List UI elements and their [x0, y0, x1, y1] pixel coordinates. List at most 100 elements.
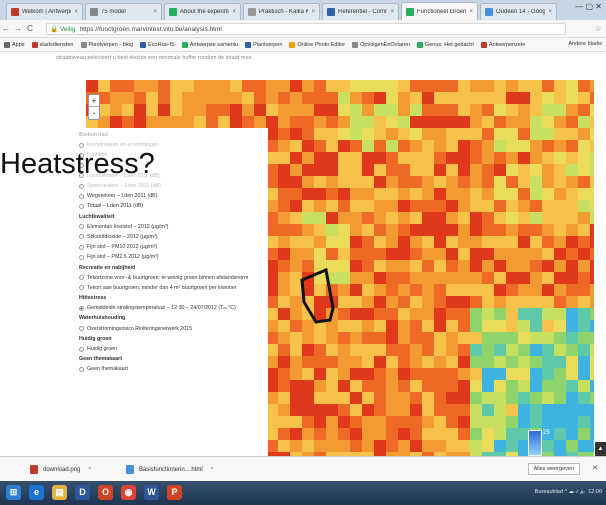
- browser-tab[interactable]: Referentiel - Comm ×: [322, 3, 399, 20]
- layer-option-label: Geen themakaart: [87, 366, 128, 373]
- radio-icon[interactable]: [79, 183, 84, 189]
- bookmarks-bar: Apps stadsdiensten Plantverpen - blog EcoHu…: [0, 38, 606, 52]
- bookmark-star-icon[interactable]: ☆: [595, 24, 602, 33]
- tab-close-icon[interactable]: ×: [390, 9, 394, 15]
- layer-option[interactable]: Fijn stof – PM2.5 2012 (µg/m³): [79, 252, 265, 262]
- window-controls[interactable]: — ▢ ✕: [575, 2, 602, 11]
- tab-label: About the experimen: [180, 9, 229, 15]
- layer-option[interactable]: Elementair koolstof – 2012 (µg/m³): [79, 222, 265, 232]
- radio-icon[interactable]: [79, 193, 84, 199]
- layer-option[interactable]: Stikstofdioxide – 2012 (µg/m³): [79, 232, 265, 242]
- tab-label: Praktisch - Kaika Ko: [259, 9, 309, 15]
- tab-close-icon[interactable]: ×: [548, 9, 552, 15]
- radio-icon[interactable]: [79, 366, 84, 372]
- taskbar-app-icon[interactable]: O: [98, 485, 113, 500]
- radio-icon[interactable]: [79, 326, 84, 332]
- browser-tab[interactable]: Oudeen 14 - Google ×: [480, 3, 557, 20]
- bookmark-item[interactable]: OpvolgenEnOctaren: [352, 41, 410, 48]
- bookmark-item[interactable]: Apps: [4, 41, 25, 48]
- layer-option-label: Fijn stof – PM2.5 2012 (µg/m³): [87, 254, 159, 261]
- layer-group-header: Bodemstad: [79, 132, 108, 139]
- layer-option-label: Totaal – Lden 2011 (dB): [87, 203, 144, 210]
- taskbar-app-icon[interactable]: e: [29, 485, 44, 500]
- bookmark-label: OpvolgenEnOctaren: [360, 41, 410, 48]
- layer-option[interactable]: Geen themakaart: [79, 364, 265, 374]
- tab-close-icon[interactable]: ×: [469, 9, 473, 15]
- browser-tab[interactable]: Praktisch - Kaika Ko ×: [243, 3, 320, 20]
- tab-close-icon[interactable]: ×: [311, 9, 315, 15]
- bookmark-favicon-icon: [80, 41, 87, 48]
- radio-icon[interactable]: [79, 254, 84, 260]
- tab-close-icon[interactable]: ×: [153, 9, 157, 15]
- bookmark-label: Genus: Het gedacht: [424, 41, 474, 48]
- tab-close-icon[interactable]: ×: [232, 9, 236, 15]
- bookmark-label: EcoHuo-fS: [148, 41, 175, 48]
- layer-option[interactable]: Spoorverkeer – Lden 2011 (dB): [79, 181, 265, 191]
- layer-option[interactable]: Tekort aan buurtgroen: minder dan 4 m² b…: [79, 283, 265, 293]
- forward-button[interactable]: →: [12, 24, 24, 33]
- url-input[interactable]: 🔒 Veilig https://functgroen.marvintest.v…: [46, 23, 566, 35]
- download-filename: download.png: [43, 466, 81, 473]
- tab-favicon-icon: [485, 8, 493, 16]
- reload-button[interactable]: C: [24, 24, 36, 33]
- layer-option[interactable]: Tekortzone voor- & buurtgroen: te weinig…: [79, 273, 265, 283]
- bookmark-item[interactable]: EcoHuo-fS: [140, 41, 175, 48]
- show-all-downloads-button[interactable]: Alles weergeven: [527, 463, 580, 475]
- bookmark-label: Online Photo Editor: [297, 41, 346, 48]
- radio-icon[interactable]: [79, 203, 84, 209]
- zoom-in-button[interactable]: +: [89, 95, 99, 107]
- tab-label: Oudeen 14 - Google: [496, 9, 546, 15]
- browser-tab[interactable]: Welkom | Antwerpen ×: [6, 3, 83, 20]
- bookmark-item[interactable]: Online Photo Editor: [289, 41, 346, 48]
- browser-tab[interactable]: Functioneel Groen - ×: [401, 2, 478, 20]
- layer-option[interactable]: Fijn stof – PM10 2012 (µg/m³): [79, 242, 265, 252]
- download-item[interactable]: download.png ^: [30, 465, 91, 474]
- tab-close-icon[interactable]: ×: [74, 9, 78, 15]
- bookmark-item[interactable]: Antwerpse samenlu: [181, 41, 238, 48]
- radio-icon[interactable]: [79, 234, 84, 240]
- taskbar-app-icon[interactable]: P: [167, 485, 182, 500]
- bookmark-item[interactable]: stadsdiensten: [31, 41, 74, 48]
- bookmark-item[interactable]: Antwerpenzele: [480, 41, 525, 48]
- layer-option[interactable]: Gemiddelde stralingstemperatuur – 12:30 …: [79, 303, 265, 313]
- layer-option-label: Elementair koolstof – 2012 (µg/m³): [87, 223, 169, 230]
- layer-option-label: Gemiddelde stralingstemperatuur – 12:30 …: [87, 305, 236, 312]
- taskbar-app-icon[interactable]: ▤: [52, 485, 67, 500]
- browser-tab[interactable]: About the experimen×: [164, 3, 241, 20]
- back-button[interactable]: ←: [0, 24, 12, 33]
- system-tray: Bureaublad ^ ☁ ♪ 🔈 12:00: [534, 489, 602, 495]
- tab-favicon-icon: [90, 8, 98, 16]
- close-icon[interactable]: ✕: [592, 464, 598, 472]
- address-bar: ← → C 🔒 Veilig https://functgroen.marvin…: [0, 20, 606, 38]
- taskbar-app-icon[interactable]: W: [144, 485, 159, 500]
- download-item[interactable]: Basisfunctionerin....html ^: [126, 465, 214, 474]
- bookmark-item[interactable]: Plantverpen - blog: [80, 41, 133, 48]
- taskbar-app-icon[interactable]: ◉: [121, 485, 136, 500]
- radio-icon[interactable]: [79, 244, 84, 250]
- downloads-bar: download.png ^ Basisfunctionerin....html…: [0, 456, 606, 481]
- layer-option[interactable]: Wegverkeer – Lden 2011 (dB): [79, 191, 265, 201]
- bookmark-item[interactable]: Genus: Het gedacht: [416, 41, 474, 48]
- other-bookmarks[interactable]: Andere bladw: [568, 41, 602, 47]
- secure-label: 🔒 Veilig: [50, 26, 76, 33]
- taskbar-app-icon[interactable]: D: [75, 485, 90, 500]
- radio-icon[interactable]: [79, 346, 84, 352]
- browser-tab[interactable]: 75 model ×: [85, 3, 162, 20]
- radio-icon[interactable]: [79, 285, 84, 291]
- layer-group-header: Geen themakaart: [79, 356, 122, 363]
- radio-selected-icon[interactable]: [79, 305, 84, 311]
- zoom-out-button[interactable]: -: [89, 107, 99, 119]
- layer-option[interactable]: Totaal – Lden 2011 (dB): [79, 201, 265, 211]
- chevron-up-icon[interactable]: ^: [88, 467, 91, 473]
- chevron-up-icon[interactable]: ^: [211, 467, 214, 473]
- taskbar: ⊞ e ▤ D O ◉ W P Bureaublad ^ ☁ ♪ 🔈 12:00: [0, 481, 606, 505]
- url-text: https://functgroen.marvintest.vito.be/an…: [79, 25, 222, 33]
- radio-icon[interactable]: [79, 224, 84, 230]
- layer-option[interactable]: Huidig groen: [79, 344, 265, 354]
- bookmark-item[interactable]: Plantverpen: [245, 41, 282, 48]
- layer-option[interactable]: Overstromingsrisico Riolteringsnetwerk 2…: [79, 324, 265, 334]
- bookmark-label: Apps: [12, 41, 25, 48]
- scroll-up-button[interactable]: ▲: [595, 442, 606, 456]
- taskbar-app-icon[interactable]: ⊞: [6, 485, 21, 500]
- radio-icon[interactable]: [79, 275, 84, 281]
